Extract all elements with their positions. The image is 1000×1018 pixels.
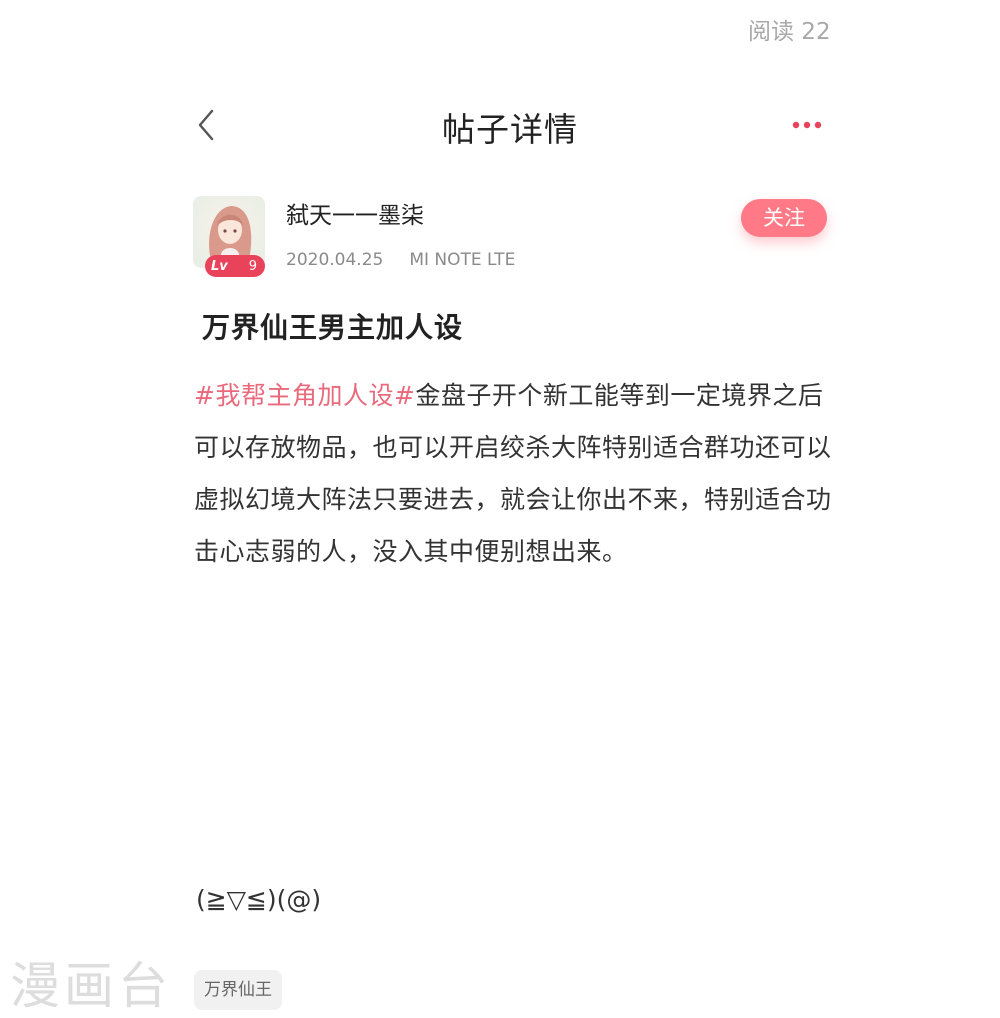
category-tag[interactable]: 万界仙王 (194, 970, 282, 1010)
read-count: 阅读 22 (748, 19, 831, 45)
post-title: 万界仙王男主加人设 (202, 311, 464, 344)
topic-tag[interactable]: #我帮主角加人设# (194, 381, 415, 410)
level-number: 9 (248, 258, 257, 274)
watermark-logo: 漫画台 (10, 957, 172, 1015)
post-date: 2020.04.25 (286, 250, 384, 270)
more-dots-icon (792, 121, 822, 129)
post-body: #我帮主角加人设#金盘子开个新工能等到一定境界之后可以存放物品，也可以开启绞杀大… (194, 370, 834, 578)
post-emoticon: (≧▽≦)(@) (196, 885, 322, 914)
follow-button[interactable]: 关注 (741, 199, 827, 237)
level-badge: Lv 9 (205, 255, 265, 277)
top-nav-bar: 帖子详情 (190, 95, 830, 155)
author-row: Lv 9 弑天一一墨柒 2020.04.25 MI NOTE LTE 关注 (190, 192, 830, 282)
post-device: MI NOTE LTE (409, 250, 516, 270)
author-name[interactable]: 弑天一一墨柒 (286, 196, 424, 230)
post-meta: 2020.04.25 MI NOTE LTE (286, 250, 515, 270)
level-prefix: Lv (211, 258, 228, 274)
page-title: 帖子详情 (442, 110, 578, 149)
more-button[interactable] (790, 115, 824, 135)
avatar[interactable]: Lv 9 (193, 196, 265, 277)
